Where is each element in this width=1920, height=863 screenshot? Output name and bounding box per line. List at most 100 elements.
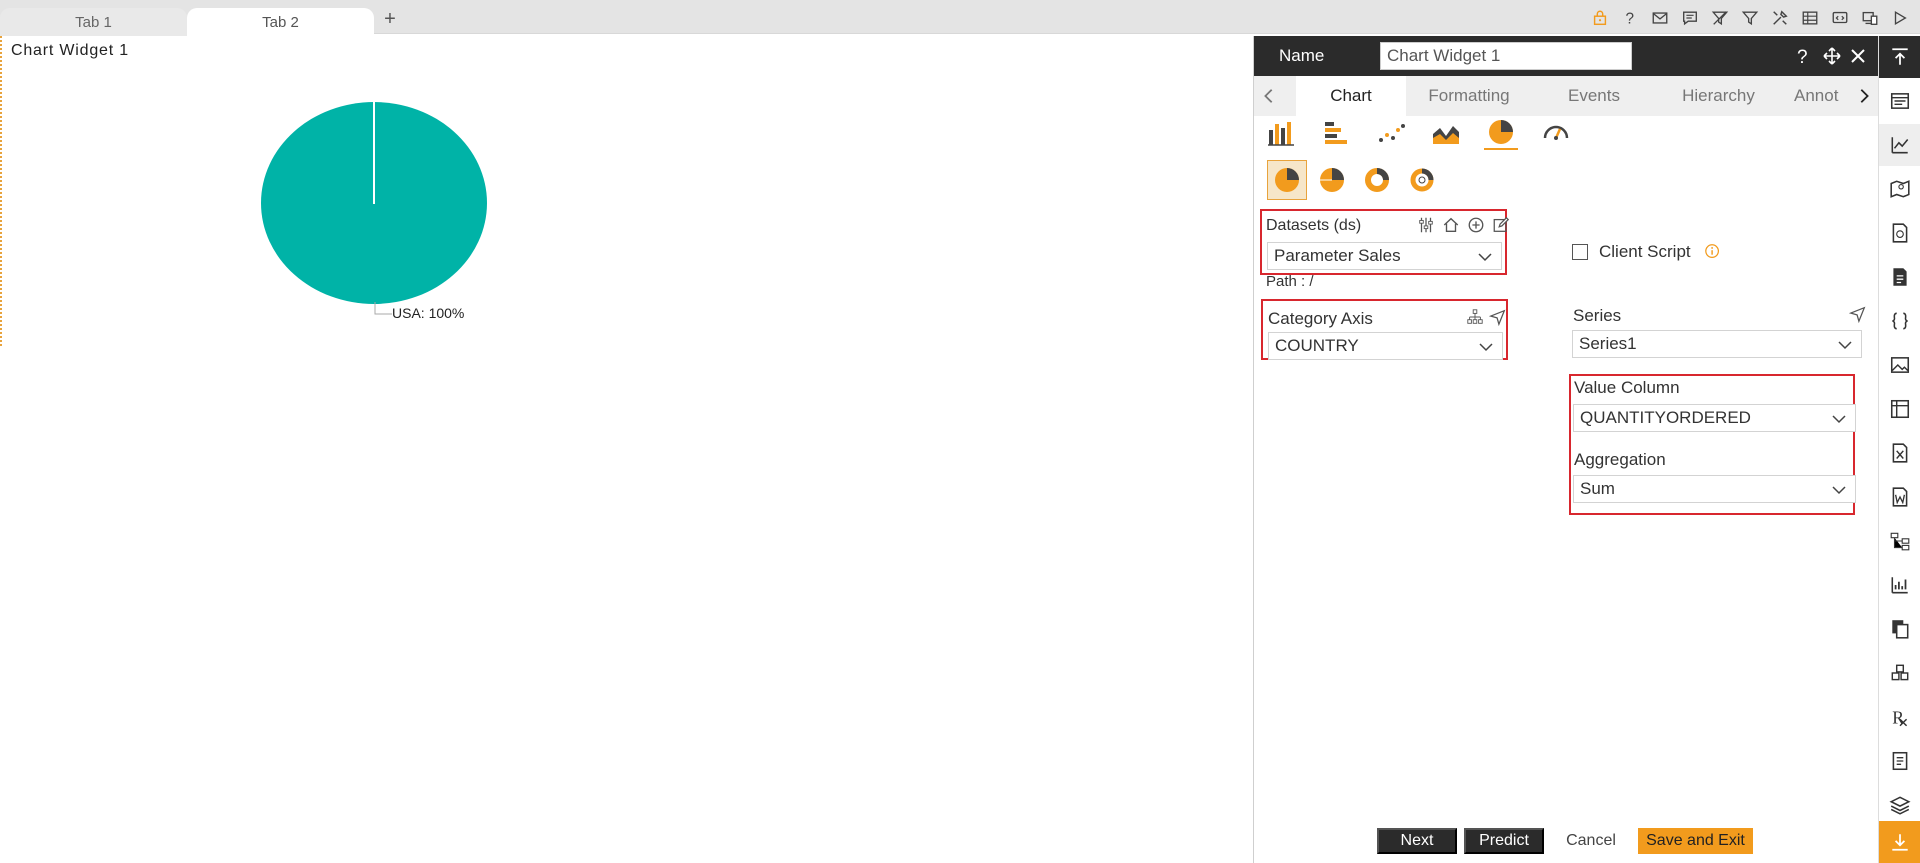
- svg-text:?: ?: [1797, 47, 1808, 66]
- chart-widget[interactable]: Chart Widget 1 USA: 100%: [0, 36, 525, 346]
- play-icon[interactable]: [1888, 6, 1912, 30]
- devices-icon[interactable]: [1858, 6, 1882, 30]
- help-icon[interactable]: ?: [1618, 6, 1642, 30]
- horizontal-bar-chart-icon[interactable]: [1319, 116, 1353, 150]
- category-axis-label: Category Axis: [1268, 309, 1373, 328]
- tab-hierarchy[interactable]: Hierarchy: [1656, 76, 1781, 116]
- datasets-label: Datasets (ds): [1266, 217, 1362, 234]
- tab-annotations[interactable]: Annot: [1784, 76, 1844, 116]
- series-select[interactable]: Series1: [1572, 330, 1862, 358]
- datasets-selected: Parameter Sales: [1274, 246, 1401, 265]
- embed-icon[interactable]: [1828, 6, 1852, 30]
- aggregation-select[interactable]: Sum: [1573, 475, 1856, 503]
- close-icon[interactable]: [1846, 44, 1870, 68]
- collapse-up-icon[interactable]: [1879, 36, 1920, 78]
- chevron-down-icon: [1832, 486, 1846, 495]
- dataset-path: Path : /: [1266, 273, 1314, 290]
- value-column-label: Value Column: [1574, 378, 1680, 397]
- bar-chart-icon[interactable]: [1264, 116, 1298, 150]
- widget-name-input[interactable]: [1380, 42, 1632, 70]
- tab-formatting[interactable]: Formatting: [1409, 76, 1529, 116]
- copy-icon[interactable]: [1879, 608, 1920, 650]
- aggregation-selected: Sum: [1580, 479, 1615, 498]
- tabs-next-arrow[interactable]: [1849, 76, 1879, 116]
- excel-file-icon[interactable]: [1879, 432, 1920, 474]
- lock-icon[interactable]: [1588, 6, 1612, 30]
- pie-chart-icon[interactable]: [1484, 116, 1518, 150]
- pivot-table-icon[interactable]: [1879, 388, 1920, 430]
- chart-widget-icon[interactable]: [1879, 124, 1920, 166]
- layers-icon[interactable]: [1879, 784, 1920, 826]
- tools-icon[interactable]: [1768, 6, 1792, 30]
- edit-icon[interactable]: [1492, 216, 1512, 236]
- clear-filter-icon[interactable]: [1708, 6, 1732, 30]
- svg-text:R: R: [1892, 708, 1904, 728]
- svg-text:?: ?: [1626, 10, 1635, 27]
- comment-icon[interactable]: [1678, 6, 1702, 30]
- next-button[interactable]: Next: [1377, 828, 1457, 854]
- hierarchy-icon[interactable]: [1513, 308, 1533, 328]
- value-column-selected: QUANTITYORDERED: [1580, 408, 1751, 427]
- code-braces-icon[interactable]: [1879, 300, 1920, 342]
- document-icon[interactable]: [1879, 256, 1920, 298]
- tab-1[interactable]: Tab 1: [0, 8, 187, 36]
- prescription-icon[interactable]: R: [1879, 696, 1920, 738]
- add-circle-icon[interactable]: [1467, 216, 1487, 236]
- send-icon[interactable]: [1488, 308, 1509, 328]
- form-icon[interactable]: [1879, 740, 1920, 782]
- aggregation-label: Aggregation: [1574, 450, 1666, 469]
- chevron-down-icon: [1478, 253, 1492, 262]
- donut-subtype[interactable]: [1357, 160, 1397, 200]
- series-label: Series: [1573, 306, 1622, 325]
- datasets-select[interactable]: Parameter Sales: [1267, 242, 1502, 270]
- tree-icon[interactable]: [1879, 520, 1920, 562]
- tab-bar: Tab 1 Tab 2 + ?: [0, 0, 1920, 36]
- home-icon[interactable]: [1442, 216, 1462, 236]
- download-icon[interactable]: [1879, 821, 1920, 863]
- word-file-icon[interactable]: [1879, 476, 1920, 518]
- hierarchy-icon-button[interactable]: [1466, 308, 1486, 328]
- chevron-down-icon: [1838, 341, 1852, 350]
- mail-icon[interactable]: [1648, 6, 1672, 30]
- chevron-down-icon: [1832, 415, 1846, 424]
- tab-chart[interactable]: Chart: [1296, 76, 1406, 116]
- predict-button[interactable]: Predict: [1464, 828, 1544, 854]
- move-icon[interactable]: [1820, 44, 1844, 68]
- settings-sliders-icon[interactable]: [1417, 216, 1437, 236]
- pie-subtype-standard[interactable]: [1267, 160, 1307, 200]
- help-icon[interactable]: ?: [1790, 44, 1814, 68]
- panel-tabs: Chart Formatting Events Hierarchy Annot: [1254, 76, 1879, 116]
- name-label: Name: [1279, 46, 1325, 65]
- send-icon[interactable]: [1848, 305, 1869, 325]
- filter-icon[interactable]: [1738, 6, 1762, 30]
- panel-header: Name ?: [1254, 36, 1879, 76]
- cancel-button[interactable]: Cancel: [1553, 828, 1629, 854]
- top-toolbar: ?: [1588, 6, 1920, 32]
- value-column-select[interactable]: QUANTITYORDERED: [1573, 404, 1856, 432]
- image-icon[interactable]: [1879, 344, 1920, 386]
- gauge-chart-icon[interactable]: [1539, 116, 1573, 150]
- category-axis-selected: COUNTRY: [1275, 336, 1359, 355]
- series-selected: Series1: [1579, 334, 1637, 353]
- statistics-icon[interactable]: [1879, 564, 1920, 606]
- donut-3d-subtype[interactable]: [1402, 160, 1442, 200]
- info-icon[interactable]: [1704, 243, 1724, 263]
- table-icon[interactable]: [1798, 6, 1822, 30]
- tab-2[interactable]: Tab 2: [187, 8, 374, 36]
- area-chart-icon[interactable]: [1429, 116, 1463, 150]
- map-widget-icon[interactable]: [1879, 168, 1920, 210]
- pie-data-label: USA: 100%: [392, 305, 464, 321]
- pie-subtype-3d[interactable]: [1312, 160, 1352, 200]
- list-widget-icon[interactable]: [1879, 80, 1920, 122]
- client-script-checkbox[interactable]: [1572, 244, 1588, 260]
- add-tab-button[interactable]: +: [380, 8, 400, 30]
- right-rail: R: [1878, 36, 1920, 863]
- scatter-chart-icon[interactable]: [1374, 116, 1408, 150]
- report-icon[interactable]: [1879, 212, 1920, 254]
- save-and-exit-button[interactable]: Save and Exit: [1638, 828, 1753, 854]
- cubes-icon[interactable]: [1879, 652, 1920, 694]
- properties-panel: Name ? Chart Formatting Events Hierarchy…: [1253, 36, 1879, 863]
- category-axis-select[interactable]: COUNTRY: [1268, 332, 1503, 360]
- tab-events[interactable]: Events: [1539, 76, 1649, 116]
- tabs-prev-arrow[interactable]: [1254, 76, 1284, 116]
